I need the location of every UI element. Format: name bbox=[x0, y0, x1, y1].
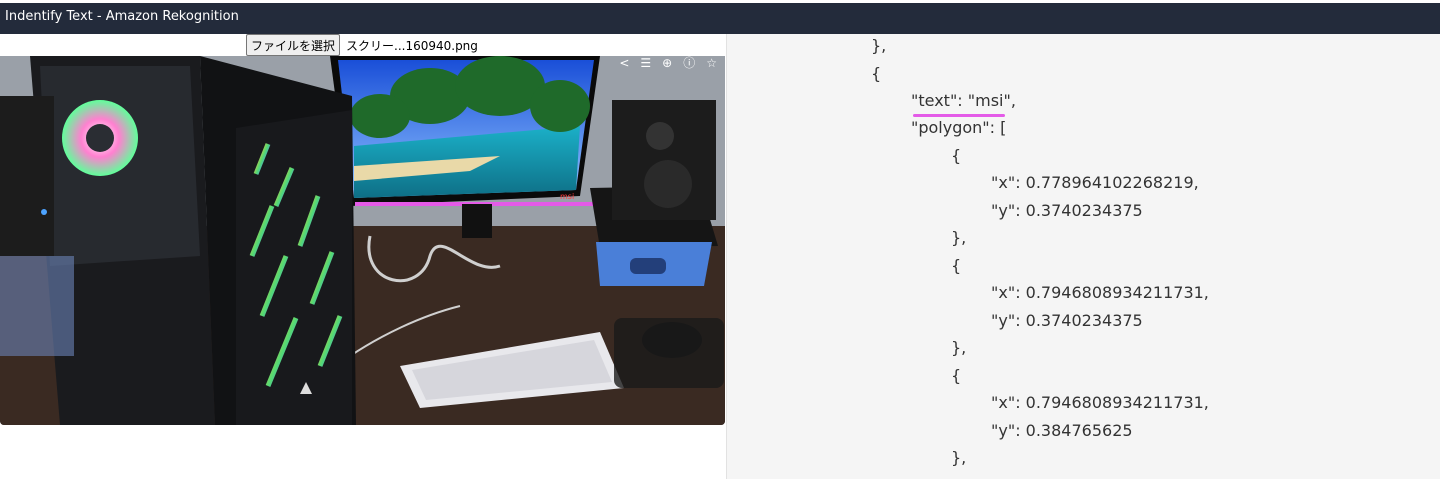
json-line: "y": 0.3740234375 bbox=[991, 201, 1143, 220]
json-line: }, bbox=[951, 338, 967, 357]
uploaded-photo: msi < ☰ ⊕ ⓘ ☆ bbox=[0, 56, 725, 425]
window-title: Indentify Text - Amazon Rekognition bbox=[5, 9, 239, 24]
json-line: "polygon": [ bbox=[911, 118, 1007, 137]
json-line: { bbox=[951, 256, 962, 275]
json-result-pane: }, { "text": "msi", "polygon": [ { "x": … bbox=[726, 34, 1440, 479]
svg-text:msi: msi bbox=[560, 192, 574, 201]
json-line: }, bbox=[951, 448, 967, 467]
json-line: "y": 0.3740234375 bbox=[991, 311, 1143, 330]
share-icon[interactable]: < bbox=[619, 56, 629, 70]
json-line: }, bbox=[951, 228, 967, 247]
text-highlight-underline bbox=[913, 114, 1005, 117]
json-line-text-msi: "text": "msi", bbox=[911, 91, 1016, 110]
json-line: { bbox=[951, 146, 962, 165]
zoom-icon[interactable]: ⊕ bbox=[662, 56, 672, 70]
choose-file-button[interactable]: ファイルを選択 bbox=[246, 34, 341, 56]
image-toolbar: < ☰ ⊕ ⓘ ☆ bbox=[619, 56, 717, 70]
json-line: "x": 0.7946808934211731, bbox=[991, 393, 1209, 412]
json-line: "x": 0.7946808934211731, bbox=[991, 283, 1209, 302]
json-line: "y": 0.384765625 bbox=[991, 421, 1133, 440]
json-line: { bbox=[951, 366, 962, 385]
selected-file-name: スクリー...160940.png bbox=[346, 39, 478, 53]
json-line: }, bbox=[871, 36, 887, 55]
json-line: "x": 0.778964102268219, bbox=[991, 173, 1199, 192]
adjust-icon[interactable]: ☰ bbox=[640, 56, 651, 70]
star-icon[interactable]: ☆ bbox=[706, 56, 717, 70]
image-pane: ファイルを選択 スクリー...160940.png msi < ☰ ⊕ ⓘ ☆ bbox=[0, 34, 726, 479]
window-titlebar: Indentify Text - Amazon Rekognition bbox=[0, 0, 1440, 34]
json-line: { bbox=[871, 64, 882, 83]
info-icon[interactable]: ⓘ bbox=[683, 56, 695, 70]
